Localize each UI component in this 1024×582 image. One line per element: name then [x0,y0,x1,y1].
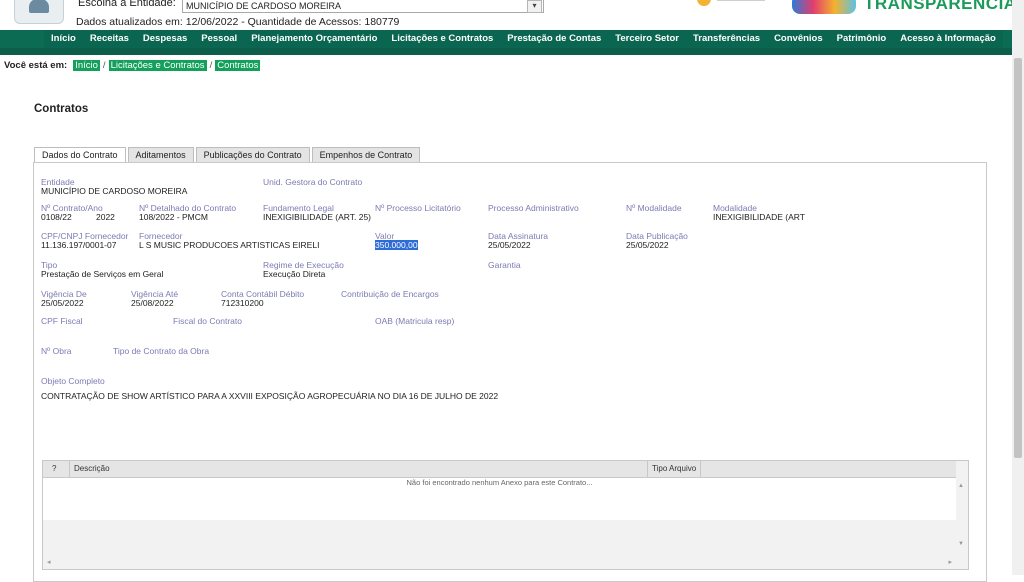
tab-publicacoes[interactable]: Publicações do Contrato [195,147,310,163]
grid-header: ? Descrição Tipo Arquivo [43,461,956,478]
nav-licitacoes[interactable]: Licitações e Contratos [384,30,500,48]
unid-gestora-label: Unid. Gestora do Contrato [263,177,363,187]
oab-label: OAB (Matricula resp) [375,316,455,326]
tipo-value: Prestação de Serviços em Geral [41,269,164,279]
nav-pessoal[interactable]: Pessoal [194,30,244,48]
vigencia-ate-value: 25/08/2022 [131,298,174,308]
transparency-logo-icon [792,0,856,14]
tab-aditamentos[interactable]: Aditamentos [127,147,194,163]
nav-terceiro-setor[interactable]: Terceiro Setor [608,30,686,48]
nav-transferencias[interactable]: Transferências [686,30,767,48]
contribuicao-label: Contribuição de Encargos [341,289,439,299]
nav-divider [0,48,1012,55]
tab-empenhos[interactable]: Empenhos de Contrato [311,147,421,163]
num-contrato-value: 0108/22 [41,212,72,222]
fornecedor-value: L S MUSIC PRODUCOES ARTISTICAS EIRELI [139,240,320,250]
breadcrumb-contratos[interactable]: Contratos [215,60,261,71]
updated-info: Dados atualizados em: 12/06/2022 - Quant… [76,16,400,28]
conta-contabil-value: 712310200 [221,298,264,308]
nav-inicio[interactable]: Início [44,30,83,48]
breadcrumb: Você está em: Início / Licitações e Contr… [4,60,261,71]
coat-of-arms-logo [14,0,64,24]
fiscal-label: Fiscal do Contrato [173,316,242,326]
col-tipo-arquivo[interactable]: Tipo Arquivo [647,461,702,477]
num-obra-label: Nº Obra [41,346,72,356]
tipo-obra-label: Tipo de Contrato da Obra [113,346,210,356]
header: Escolha a Entidade: MUNICÍPIO DE CARDOSO… [0,0,1016,30]
cpf-cnpj-value: 11.136.197/0001-07 [41,240,117,250]
data-publicacao-value: 25/05/2022 [626,240,669,250]
nav-receitas[interactable]: Receitas [83,30,136,48]
nav-despesas[interactable]: Despesas [136,30,194,48]
regime-value: Execução Direta [263,269,326,279]
nav-convenios[interactable]: Convênios [767,30,830,48]
ano-contrato-value: 2022 [96,212,115,222]
valor-value[interactable]: 350.000,00 [375,240,418,250]
page-scrollbar[interactable] [1012,0,1024,575]
attachments-grid: ? Descrição Tipo Arquivo Não foi encontr… [42,460,969,570]
cpf-fiscal-label: CPF Fiscal [41,316,83,326]
breadcrumb-prefix: Você está em: [4,60,68,71]
vigencia-de-value: 25/05/2022 [41,298,84,308]
entity-select[interactable]: MUNICÍPIO DE CARDOSO MOREIRA ▾ [182,0,544,13]
num-detalhado-value: 108/2022 - PMCM [139,212,208,222]
page-scrollbar-thumb[interactable] [1014,58,1022,458]
chevron-down-icon[interactable]: ▾ [527,0,542,13]
grid-vertical-scrollbar[interactable]: ▲ ▼ [956,461,968,557]
brand-title: TRANSPARÊNCIA [864,0,1017,13]
col-descricao[interactable]: Descrição [69,461,110,477]
breadcrumb-licitacoes[interactable]: Licitações e Contratos [108,60,207,71]
processo-licitatorio-label: Nº Processo Licitatório [375,203,461,213]
scroll-up-icon[interactable]: ▲ [958,483,964,489]
nav-patrimonio[interactable]: Patrimônio [830,30,894,48]
nav-acesso-informacao[interactable]: Acesso à Informação [893,30,1003,48]
empty-message: Não foi encontrado nenhum Anexo para est… [406,478,593,487]
entidade-value: MUNICÍPIO DE CARDOSO MOREIRA [41,186,188,196]
entity-label: Escolha a Entidade: [78,0,176,9]
entity-select-value: MUNICÍPIO DE CARDOSO MOREIRA [186,1,342,11]
modalidade-value: INEXIGIBILIDADE (ART [713,212,805,222]
main-nav: Início Receitas Despesas Pessoal Planeja… [0,30,1012,48]
contract-details-panel: Entidade MUNICÍPIO DE CARDOSO MOREIRA Un… [33,162,987,582]
scroll-right-icon[interactable]: ▸ [948,558,952,566]
fundamento-value: INEXIGIBILIDADE (ART. 25) [263,212,372,222]
breadcrumb-inicio[interactable]: Início [73,60,100,71]
data-assinatura-value: 25/05/2022 [488,240,531,250]
num-modalidade-label: Nº Modalidade [626,203,682,213]
partner-logo [697,0,769,6]
grid-horizontal-scrollbar[interactable]: ◂ ▸ [43,557,968,569]
nav-planejamento[interactable]: Planejamento Orçamentário [244,30,384,48]
scroll-left-icon[interactable]: ◂ [47,558,51,566]
garantia-label: Garantia [488,260,521,270]
objeto-value: CONTRATAÇÃO DE SHOW ARTÍSTICO PARA A XXV… [41,391,499,401]
page-title: Contratos [34,103,89,115]
processo-adm-label: Processo Administrativo [488,203,579,213]
scroll-down-icon[interactable]: ▼ [958,541,964,547]
objeto-label: Objeto Completo [41,376,105,386]
nav-prestacao[interactable]: Prestação de Contas [500,30,608,48]
col-question[interactable]: ? [52,461,56,477]
